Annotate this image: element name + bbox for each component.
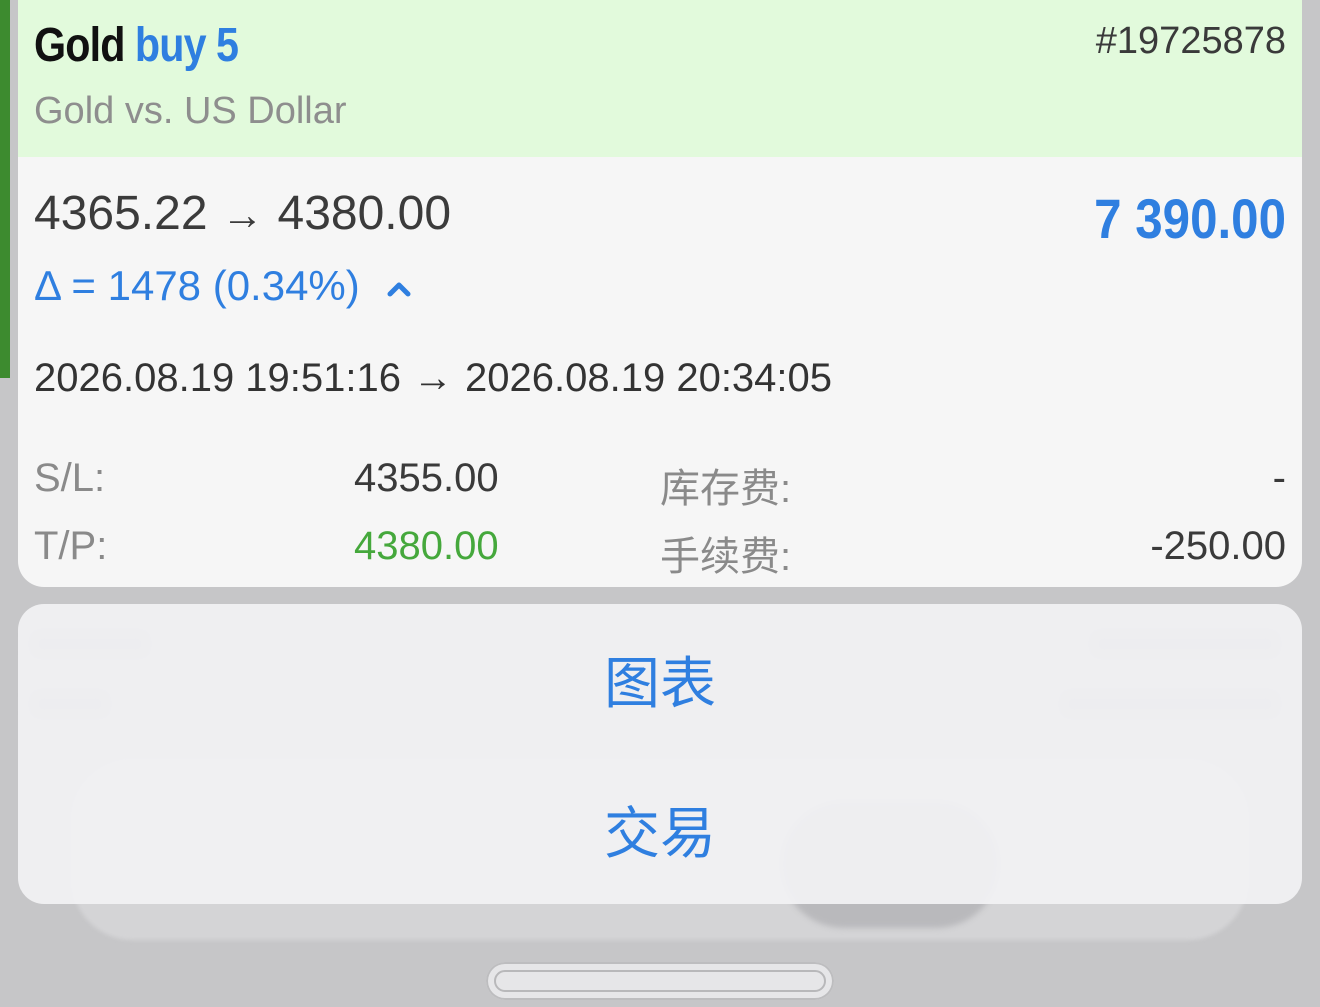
- time-range: 2026.08.19 19:51:16 → 2026.08.19 20:34:05: [34, 356, 832, 401]
- price-delta[interactable]: Δ = 1478 (0.34%): [34, 262, 411, 310]
- trade-card-header: Gold buy 5 #19725878 Gold vs. US Dollar: [18, 0, 1302, 157]
- symbol-description: Gold vs. US Dollar: [34, 90, 347, 132]
- trade-title: Gold buy 5: [34, 18, 239, 73]
- sl-value: 4355.00: [354, 456, 499, 500]
- ticket-number: #19725878: [1095, 20, 1286, 62]
- time-arrow: →: [413, 356, 454, 400]
- sl-label: S/L:: [34, 456, 106, 500]
- tp-value: 4380.00: [354, 524, 499, 568]
- swap-value: -: [1272, 456, 1286, 500]
- chart-action-button[interactable]: 图表: [18, 604, 1302, 754]
- price-range: 4365.22 → 4380.00: [34, 186, 451, 241]
- swap-label: 库存费:: [660, 467, 792, 511]
- price-arrow: →: [221, 191, 264, 238]
- order-type: buy: [134, 19, 207, 72]
- tp-label: T/P:: [34, 524, 108, 568]
- order-volume: 5: [216, 19, 239, 72]
- home-indicator[interactable]: [486, 962, 834, 1000]
- trade-detail-card: Gold buy 5 #19725878 Gold vs. US Dollar 43…: [18, 0, 1302, 587]
- trade-action-button[interactable]: 交易: [18, 754, 1302, 904]
- chevron-up-icon[interactable]: [387, 277, 411, 301]
- close-price: 4380.00: [277, 187, 452, 240]
- commission-value: -250.00: [1150, 524, 1286, 568]
- commission-label: 手续费:: [660, 535, 792, 579]
- symbol-name: Gold: [34, 19, 125, 72]
- open-time: 2026.08.19 19:51:16: [34, 356, 402, 400]
- close-time: 2026.08.19 20:34:05: [465, 356, 833, 400]
- profit-value: 7 390.00: [1094, 187, 1286, 250]
- action-sheet: 图表 交易: [18, 604, 1302, 904]
- background-accent-bar: [0, 0, 10, 378]
- home-indicator-grip: [494, 970, 826, 992]
- delta-text: Δ = 1478 (0.34%): [34, 262, 360, 309]
- open-price: 4365.22: [34, 187, 208, 240]
